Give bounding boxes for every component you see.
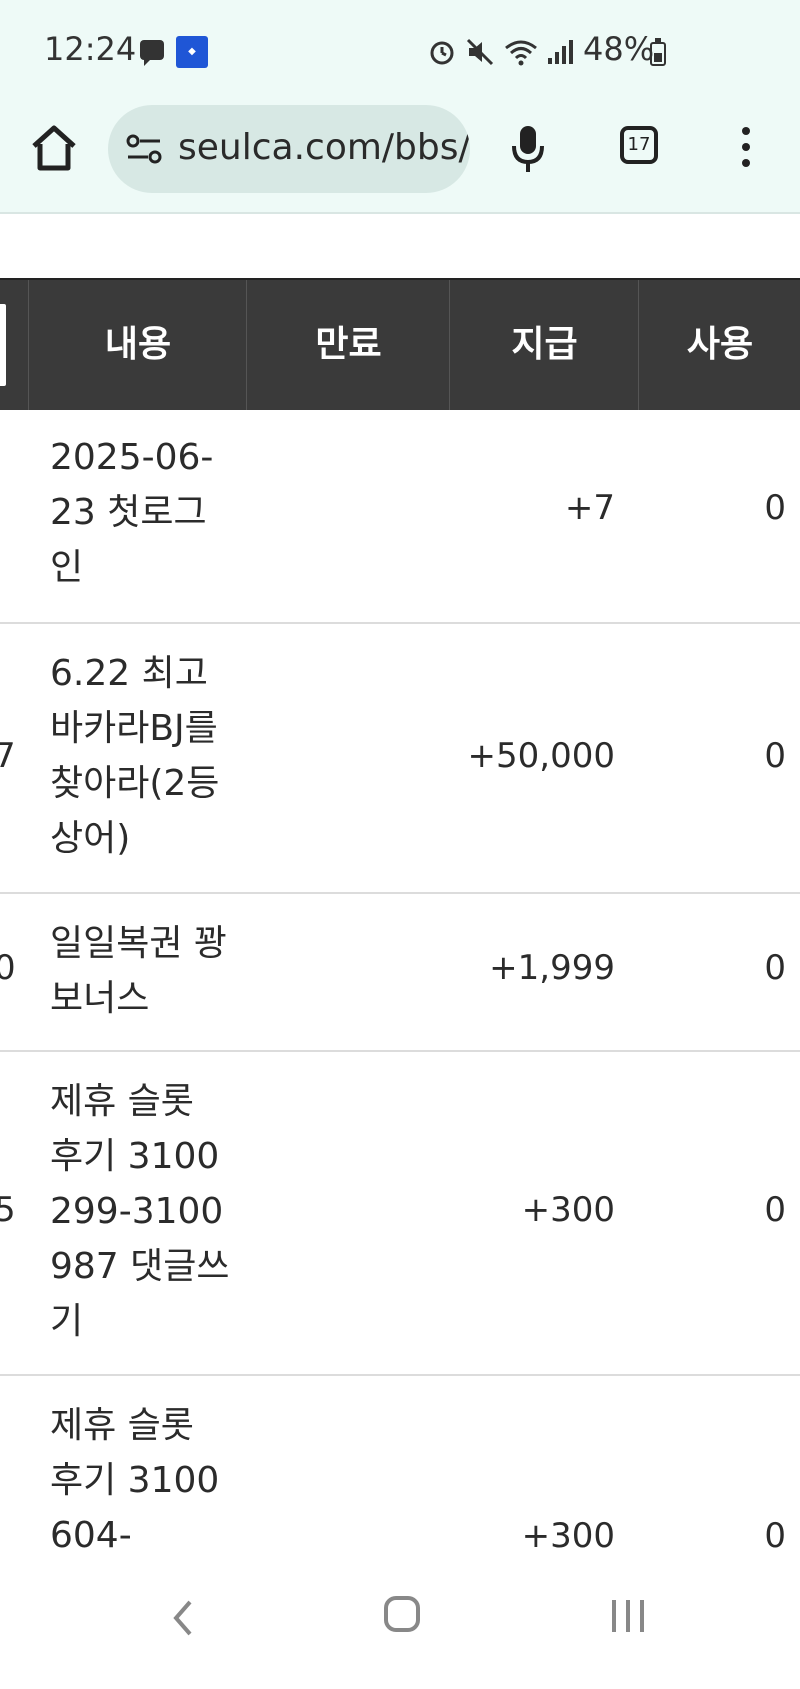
cell-date-partial: 7 bbox=[0, 736, 16, 776]
chat-icon bbox=[140, 40, 164, 66]
home-nav-icon[interactable] bbox=[384, 1596, 420, 1632]
address-bar[interactable]: seulca.com/bbs/ bbox=[108, 105, 470, 193]
alarm-icon bbox=[430, 41, 454, 65]
cell-use: 0 bbox=[764, 488, 786, 528]
url-text: seulca.com/bbs/ bbox=[178, 127, 470, 168]
browser-toolbar: seulca.com/bbs/ 17 bbox=[0, 100, 800, 212]
table-header: 내용 만료 지급 사용 bbox=[0, 278, 800, 410]
microphone-icon[interactable] bbox=[508, 122, 548, 174]
cell-date-partial: 5 bbox=[0, 1190, 16, 1230]
back-icon[interactable] bbox=[164, 1598, 204, 1638]
cell-pay: +300 bbox=[521, 1190, 615, 1230]
app-badge-icon: ◆ bbox=[176, 36, 208, 68]
cell-use: 0 bbox=[764, 1516, 786, 1556]
column-header-use: 사용 bbox=[638, 280, 800, 410]
select-all-checkbox[interactable] bbox=[0, 304, 6, 386]
cell-pay: +1,999 bbox=[489, 948, 615, 988]
cell-pay: +300 bbox=[521, 1516, 615, 1556]
battery-percent: 48% bbox=[583, 30, 655, 68]
mute-icon bbox=[466, 38, 494, 66]
site-settings-icon[interactable] bbox=[126, 133, 162, 165]
cell-content: 6.22 최고바카라BJ를 찾아라(2등 상어) bbox=[50, 653, 220, 859]
signal-icon bbox=[548, 40, 573, 64]
cell-content: 일일복권 꽝 보너스 bbox=[50, 923, 228, 1019]
cell-use: 0 bbox=[764, 736, 786, 776]
wifi-icon bbox=[505, 40, 537, 66]
cell-use: 0 bbox=[764, 948, 786, 988]
column-header-expire: 만료 bbox=[246, 280, 450, 410]
more-menu-icon[interactable] bbox=[736, 124, 756, 172]
table-row: 2025-06-23 첫로그인 +7 0 bbox=[0, 408, 800, 624]
column-header-pay: 지급 bbox=[449, 280, 639, 410]
column-header-content: 내용 bbox=[28, 280, 247, 410]
table-row: 0 일일복권 꽝 보너스 +1,999 0 bbox=[0, 894, 800, 1052]
browser-chrome: 12:24 ◆ 48% seulca.com/bbs/ 17 bbox=[0, 0, 800, 214]
cell-pay: +50,000 bbox=[467, 736, 615, 776]
recents-icon[interactable] bbox=[608, 1598, 648, 1634]
navigation-bar bbox=[0, 1580, 800, 1689]
cell-content: 2025-06-23 첫로그인 bbox=[50, 437, 214, 588]
tab-switcher-button[interactable]: 17 bbox=[620, 126, 658, 164]
cell-use: 0 bbox=[764, 1190, 786, 1230]
status-time: 12:24 bbox=[44, 30, 137, 68]
cell-content: 제휴 슬롯 후기 3100299-3100987 댓글쓰기 bbox=[50, 1081, 230, 1342]
table-row: 5 제휴 슬롯 후기 3100299-3100987 댓글쓰기 +300 0 bbox=[0, 1052, 800, 1376]
page-spacer bbox=[0, 214, 800, 278]
status-bar: 12:24 ◆ 48% bbox=[0, 0, 800, 100]
cell-content: 제휴 슬롯 후기 3100604- bbox=[50, 1405, 220, 1556]
home-icon[interactable] bbox=[28, 122, 80, 174]
cell-date-partial: 0 bbox=[0, 948, 16, 988]
cell-pay: +7 bbox=[564, 488, 615, 528]
battery-icon bbox=[650, 38, 666, 66]
table-row: 7 6.22 최고바카라BJ를 찾아라(2등 상어) +50,000 0 bbox=[0, 624, 800, 894]
